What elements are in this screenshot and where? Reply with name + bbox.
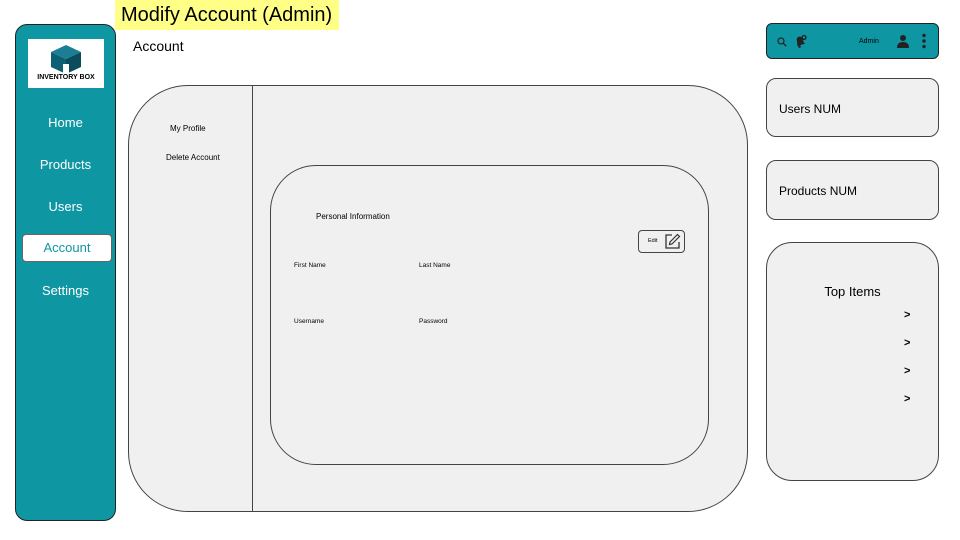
chevron-right-icon[interactable]: > xyxy=(904,393,910,405)
chevron-right-icon[interactable]: > xyxy=(904,365,910,377)
edit-pencil-icon xyxy=(665,233,681,249)
edit-label: Edit xyxy=(648,238,658,244)
nav-item-products[interactable]: Products xyxy=(15,157,116,172)
password-label: Password xyxy=(419,318,448,325)
nav-item-account[interactable]: Account xyxy=(22,234,112,262)
personal-information-heading: Personal Information xyxy=(316,212,390,221)
cube-logo-icon xyxy=(51,45,81,74)
top-items-title: Top Items xyxy=(824,284,881,299)
nav-item-settings[interactable]: Settings xyxy=(15,283,116,298)
users-stat-card: Users NUM xyxy=(766,78,939,137)
products-stat-card: Products NUM xyxy=(766,160,939,220)
search-icon[interactable] xyxy=(777,37,787,47)
user-icon[interactable] xyxy=(897,34,909,48)
edit-button[interactable]: Edit xyxy=(638,230,685,253)
screen-banner-title: Modify Account (Admin) xyxy=(115,0,339,30)
username-label: Username xyxy=(294,318,324,325)
nav-item-users[interactable]: Users xyxy=(15,199,116,214)
page-title: Account xyxy=(133,38,184,54)
logo-text: INVENTORY BOX xyxy=(37,74,95,81)
logo[interactable]: INVENTORY BOX xyxy=(28,39,104,88)
chevron-right-icon[interactable]: > xyxy=(904,309,910,321)
top-bar: Admin xyxy=(766,23,939,59)
delete-account-link[interactable]: Delete Account xyxy=(166,153,220,162)
notification-bell-icon[interactable] xyxy=(793,34,808,49)
panel-divider xyxy=(252,86,253,511)
personal-information-card xyxy=(270,165,709,465)
more-vertical-icon[interactable] xyxy=(921,33,927,49)
chevron-right-icon[interactable]: > xyxy=(904,337,910,349)
users-stat-text: Users NUM xyxy=(779,102,841,116)
top-items-card: Top Items > > > > xyxy=(766,242,939,481)
products-stat-text: Products NUM xyxy=(779,184,858,198)
last-name-label: Last Name xyxy=(419,262,451,269)
nav-item-home[interactable]: Home xyxy=(15,115,116,130)
my-profile-link[interactable]: My Profile xyxy=(170,124,206,133)
admin-username: Admin xyxy=(859,38,879,45)
sidebar xyxy=(15,24,116,521)
first-name-label: First Name xyxy=(294,262,326,269)
